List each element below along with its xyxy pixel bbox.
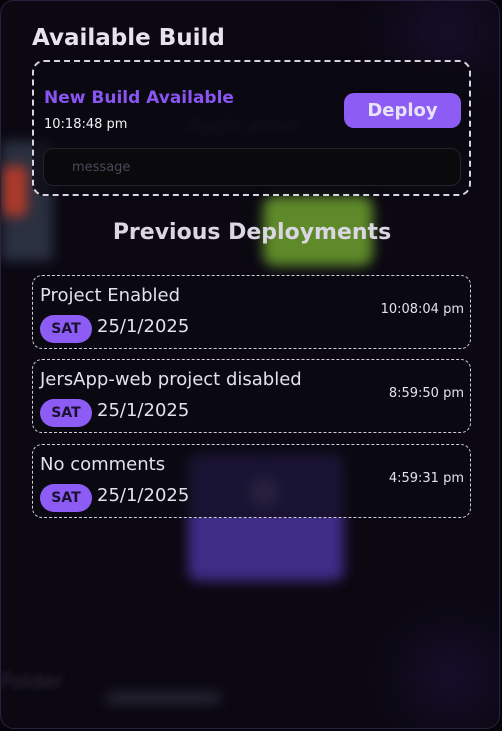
deployment-message: Project Enabled bbox=[40, 285, 181, 306]
background-tile bbox=[3, 166, 27, 216]
day-badge: SAT bbox=[40, 315, 92, 343]
deployment-item[interactable]: No comments SAT 25/1/2025 4:59:31 pm bbox=[32, 444, 471, 518]
deployment-item[interactable]: Project Enabled SAT 25/1/2025 10:08:04 p… bbox=[32, 275, 471, 349]
deployment-message: JersApp-web project disabled bbox=[40, 369, 302, 390]
deployment-date: 25/1/2025 bbox=[97, 485, 190, 506]
day-badge: SAT bbox=[40, 399, 92, 427]
build-status: New Build Available bbox=[44, 88, 234, 108]
available-build-title: Available Build bbox=[32, 25, 225, 51]
deployment-time: 8:59:50 pm bbox=[388, 386, 464, 401]
deployment-message: No comments bbox=[40, 454, 166, 475]
background-glow bbox=[411, 641, 491, 711]
available-build-card: New Build Available 10:18:48 pm Deploy bbox=[32, 60, 471, 196]
build-time: 10:18:48 pm bbox=[44, 117, 128, 132]
message-input[interactable] bbox=[43, 148, 461, 186]
deployment-date: 25/1/2025 bbox=[97, 316, 190, 337]
deployment-item[interactable]: JersApp-web project disabled SAT 25/1/20… bbox=[32, 359, 471, 433]
background-glow bbox=[401, 1, 491, 61]
deployment-time: 4:59:31 pm bbox=[388, 471, 464, 486]
deploy-button[interactable]: Deploy bbox=[344, 93, 461, 128]
previous-deployments-title: Previous Deployments bbox=[112, 220, 392, 245]
deployment-time: 10:08:04 pm bbox=[380, 302, 464, 317]
deployments-panel: Application Folder Available Build New B… bbox=[0, 0, 500, 729]
background-bar bbox=[106, 693, 221, 703]
background-label: Folder bbox=[1, 669, 63, 693]
deployment-date: 25/1/2025 bbox=[97, 400, 190, 421]
day-badge: SAT bbox=[40, 484, 92, 512]
